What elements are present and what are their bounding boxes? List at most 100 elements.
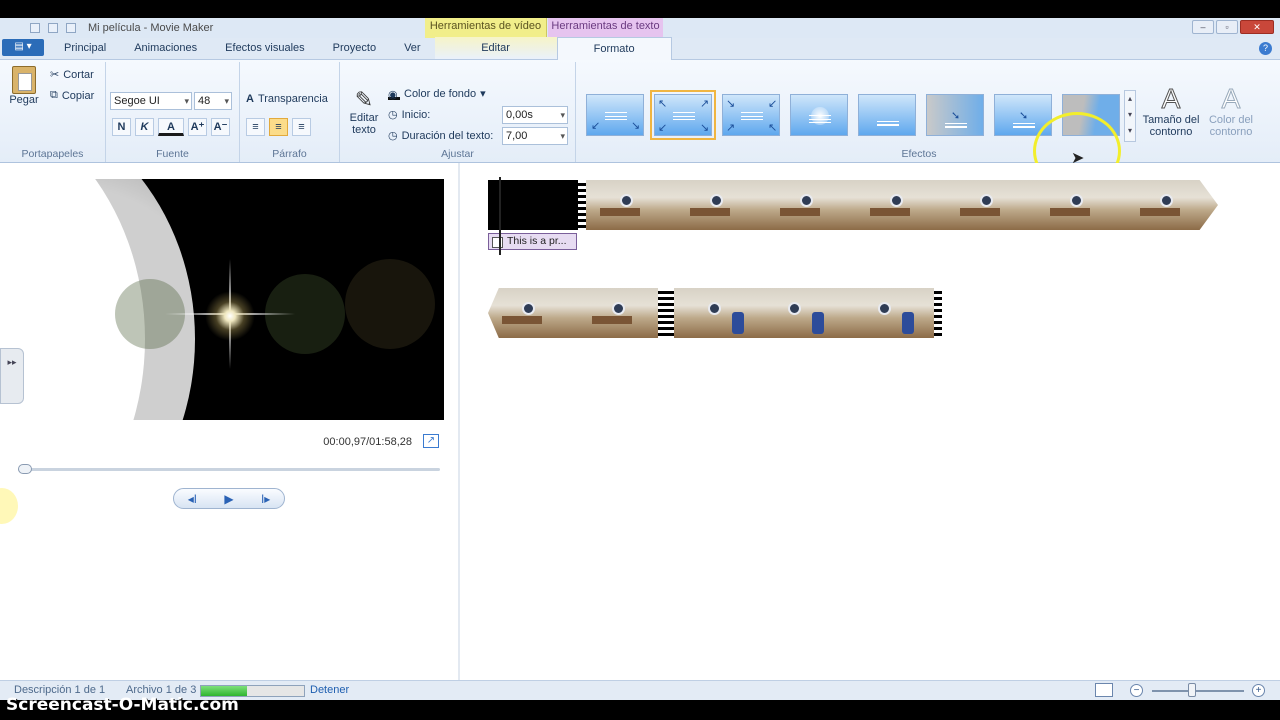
next-frame-button[interactable]: ǀ▸	[261, 492, 270, 506]
quick-access-toolbar	[0, 23, 76, 33]
fullscreen-icon[interactable]: ↗	[423, 434, 439, 448]
outline-color-button[interactable]: A Color del contorno	[1200, 83, 1262, 138]
text-caption-clip[interactable]: This is a pr...	[488, 233, 577, 250]
outline-color-label: Color del contorno	[1208, 114, 1254, 138]
movie-maker-window: Mi película - Movie Maker Herramientas d…	[0, 18, 1280, 700]
tab-formato[interactable]: Formato	[556, 37, 672, 60]
transparency-label: Transparencia	[257, 93, 328, 105]
help-icon[interactable]: ?	[1259, 42, 1272, 55]
play-button[interactable]: ▶	[224, 492, 233, 506]
title-bar: Mi película - Movie Maker Herramientas d…	[0, 18, 1280, 39]
effect-thumbnail-2[interactable]: ↖ ↗ ↙ ↘	[650, 90, 716, 140]
maximize-button[interactable]: ▫	[1216, 20, 1238, 34]
zoom-thumb[interactable]	[1188, 683, 1196, 697]
effect-thumbnail-8[interactable]	[1062, 94, 1120, 136]
seek-slider[interactable]	[18, 464, 440, 474]
grow-font-button[interactable]: A⁺	[188, 118, 207, 136]
clipboard-icon	[12, 66, 36, 94]
group-label-parrafo: Párrafo	[272, 148, 307, 160]
start-time-input[interactable]: 0,00s	[502, 106, 568, 124]
bold-button[interactable]: N	[112, 118, 131, 136]
zoom-slider[interactable]	[1152, 690, 1244, 692]
clip-frame	[856, 180, 946, 230]
gallery-scroll[interactable]: ▴ ▾ ▾	[1124, 90, 1136, 142]
previous-frame-button[interactable]: ◂ǀ	[188, 492, 197, 506]
align-right-button[interactable]: ≡	[292, 118, 311, 136]
clip-frame	[578, 288, 658, 338]
seek-thumb[interactable]	[18, 464, 32, 474]
tab-ver[interactable]: Ver	[390, 37, 435, 59]
clip-frame	[1036, 180, 1126, 230]
tab-efectos-visuales[interactable]: Efectos visuales	[211, 37, 318, 59]
watermark: Screencast-O-Matic.com	[6, 695, 239, 715]
font-family-select[interactable]: Segoe UI	[110, 92, 192, 110]
copy-button[interactable]: ⧉ Copiar	[50, 89, 94, 102]
screen-top-border	[0, 0, 1280, 18]
effect-thumbnail-5[interactable]	[858, 94, 916, 136]
tab-proyecto[interactable]: Proyecto	[319, 37, 390, 59]
storyboard-view-icon[interactable]	[1095, 683, 1113, 697]
cut-button[interactable]: ✂ Cortar	[50, 68, 94, 82]
group-efectos: ↙ ↘ ↖ ↗ ↙ ↘ ↘ ↙ ↗ ↖ ➘ ➘ ▴ ▾ ▾ A Tamaño del contor…	[576, 62, 1280, 162]
clip-strip-2[interactable]	[488, 288, 942, 338]
application-menu-button[interactable]: ▤ ▾	[2, 39, 44, 56]
italic-button[interactable]: K	[135, 118, 154, 136]
undo-icon[interactable]	[48, 23, 58, 33]
clip-frame	[1126, 180, 1218, 230]
background-color-button[interactable]: ◉ Color de fondo ▾	[388, 87, 486, 101]
paste-button[interactable]: Pegar	[6, 66, 42, 106]
shrink-font-button[interactable]: A⁻	[211, 118, 230, 136]
clip-frame	[488, 288, 578, 338]
transparency-button[interactable]: A Transparencia	[246, 93, 328, 105]
playback-controls: ◂ǀ ▶ ǀ▸	[173, 488, 285, 509]
edit-text-label: Editar texto	[349, 112, 379, 136]
title-clip-frame[interactable]	[488, 180, 578, 230]
duration-label: Duración del texto:	[401, 129, 494, 142]
clip-frame	[844, 288, 934, 338]
tab-animaciones[interactable]: Animaciones	[120, 37, 211, 59]
effect-thumbnail-1[interactable]: ↙ ↘	[586, 94, 644, 136]
stop-link[interactable]: Detener	[310, 684, 349, 696]
group-label-portapapeles: Portapapeles	[21, 148, 84, 160]
duration-input[interactable]: 7,00	[502, 127, 568, 145]
outline-size-button[interactable]: A Tamaño del contorno	[1140, 83, 1202, 138]
video-preview[interactable]	[15, 179, 444, 420]
group-label-fuente: Fuente	[156, 148, 189, 160]
font-size-select[interactable]: 48	[194, 92, 232, 110]
minimize-button[interactable]: –	[1192, 20, 1214, 34]
close-button[interactable]: ✕	[1240, 20, 1274, 34]
font-color-button[interactable]: A	[158, 118, 184, 136]
tab-principal[interactable]: Principal	[50, 37, 120, 59]
tab-editar[interactable]: Editar	[434, 37, 557, 59]
clip-frame	[766, 180, 856, 230]
group-ajustar: ✎ Editar texto ◉ Color de fondo ▾ ◷ Inicio:…	[340, 62, 576, 162]
context-header-video-tools: Herramientas de vídeo	[425, 18, 547, 39]
scissors-icon: ✂	[50, 69, 60, 81]
effect-thumbnail-7[interactable]: ➘	[994, 94, 1052, 136]
effect-thumbnail-4[interactable]	[790, 94, 848, 136]
outline-color-icon: A	[1221, 83, 1241, 114]
clip-frame	[946, 180, 1036, 230]
zoom-control: − +	[1130, 683, 1270, 699]
paste-label: Pegar	[9, 94, 39, 106]
clip-strip-1[interactable]	[488, 180, 1218, 230]
redo-icon[interactable]	[66, 23, 76, 33]
cursor-highlight-dot	[0, 488, 18, 524]
playhead[interactable]	[499, 177, 501, 255]
align-left-button[interactable]: ≡	[246, 118, 265, 136]
effect-thumbnail-6[interactable]: ➘	[926, 94, 984, 136]
timecode: 00:00,97/01:58,28	[323, 436, 412, 448]
start-label: Inicio:	[401, 108, 431, 121]
cut-label: Cortar	[63, 68, 94, 81]
zoom-out-icon[interactable]: −	[1130, 684, 1143, 697]
clip-frame	[754, 288, 844, 338]
save-icon[interactable]	[30, 23, 40, 33]
edit-text-button[interactable]: ✎ Editar texto	[346, 88, 382, 137]
pane-resize-handle[interactable]: ▸▸	[0, 348, 24, 404]
clip-frame	[586, 180, 676, 230]
align-center-button[interactable]: ≡	[269, 118, 288, 136]
zoom-in-icon[interactable]: +	[1252, 684, 1265, 697]
effect-thumbnail-3[interactable]: ↘ ↙ ↗ ↖	[722, 94, 780, 136]
group-portapapeles: Pegar ✂ Cortar ⧉ Copiar Portapapeles	[0, 62, 106, 162]
copy-icon: ⧉	[50, 89, 58, 101]
